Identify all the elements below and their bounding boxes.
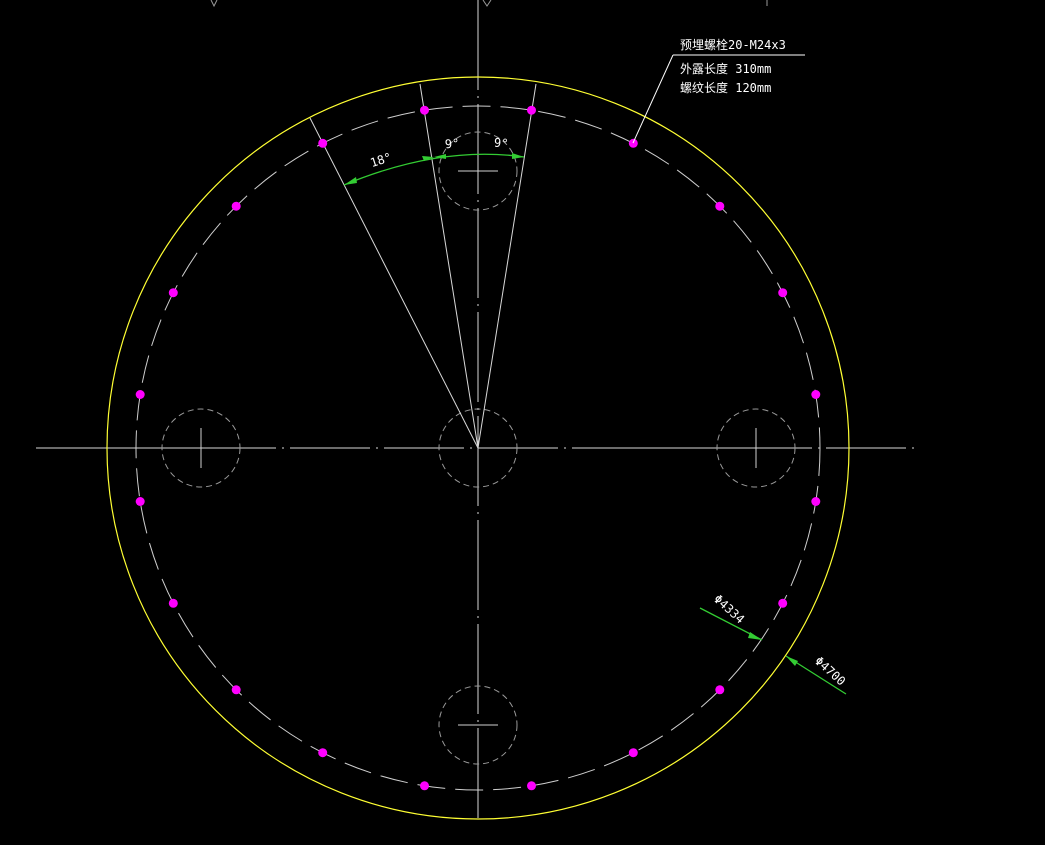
callout-thread-length: 螺纹长度 120mm — [680, 80, 771, 95]
bolt-dot-icon — [168, 598, 178, 608]
bolt-dot-icon — [628, 138, 638, 148]
bolt-dot-icon — [715, 685, 725, 695]
bolt-dot-icon — [628, 748, 638, 758]
bolt-dot-icon — [527, 781, 536, 791]
bolt-dot-icon — [231, 685, 241, 695]
centerlines — [36, 0, 920, 820]
bolt-dot-icon — [420, 105, 429, 115]
arrowhead — [344, 177, 357, 185]
arrowhead — [512, 153, 524, 159]
callout-title: 预埋螺栓20-M24x3 — [680, 37, 786, 52]
diameter-dimension-outer: Φ4700 — [785, 654, 848, 695]
bolt-dot-icon — [420, 781, 429, 791]
top-edge-marks — [210, 0, 768, 8]
cad-drawing: 18° 9° 9° 预埋螺栓20-M24x3 外露长度 310mm 螺纹长度 1… — [36, 0, 920, 820]
bolt-dot-icon — [527, 105, 536, 115]
angle-label-9-left: 9° — [444, 136, 460, 151]
bolt-dot-icon — [778, 288, 788, 298]
diameter-dimension-bolt-circle: Φ4334 — [699, 592, 763, 641]
bolt-dot-icon — [318, 748, 328, 758]
leader-line — [632, 54, 674, 144]
bolt-dot-icon — [811, 497, 821, 506]
bolt-dot-icon — [778, 598, 788, 608]
bolt-dot-icon — [715, 201, 725, 211]
bolt-dot-icon — [811, 390, 821, 399]
bolt-callout: 预埋螺栓20-M24x3 外露长度 310mm 螺纹长度 120mm — [632, 37, 805, 144]
bolt-dot-icon — [135, 390, 145, 399]
diameter-label-bolt-circle: Φ4334 — [711, 592, 747, 627]
angle-label-18: 18° — [369, 150, 394, 170]
bolt-dot-icon — [168, 288, 178, 298]
callout-exposed-length: 外露长度 310mm — [680, 61, 771, 76]
bolt-dot-icon — [318, 138, 328, 148]
angle-label-9-right: 9° — [493, 136, 509, 151]
bolt-dot-icon — [231, 201, 241, 211]
angle-labels: 18° 9° 9° — [369, 136, 509, 171]
bolt-dot-icon — [135, 497, 145, 506]
